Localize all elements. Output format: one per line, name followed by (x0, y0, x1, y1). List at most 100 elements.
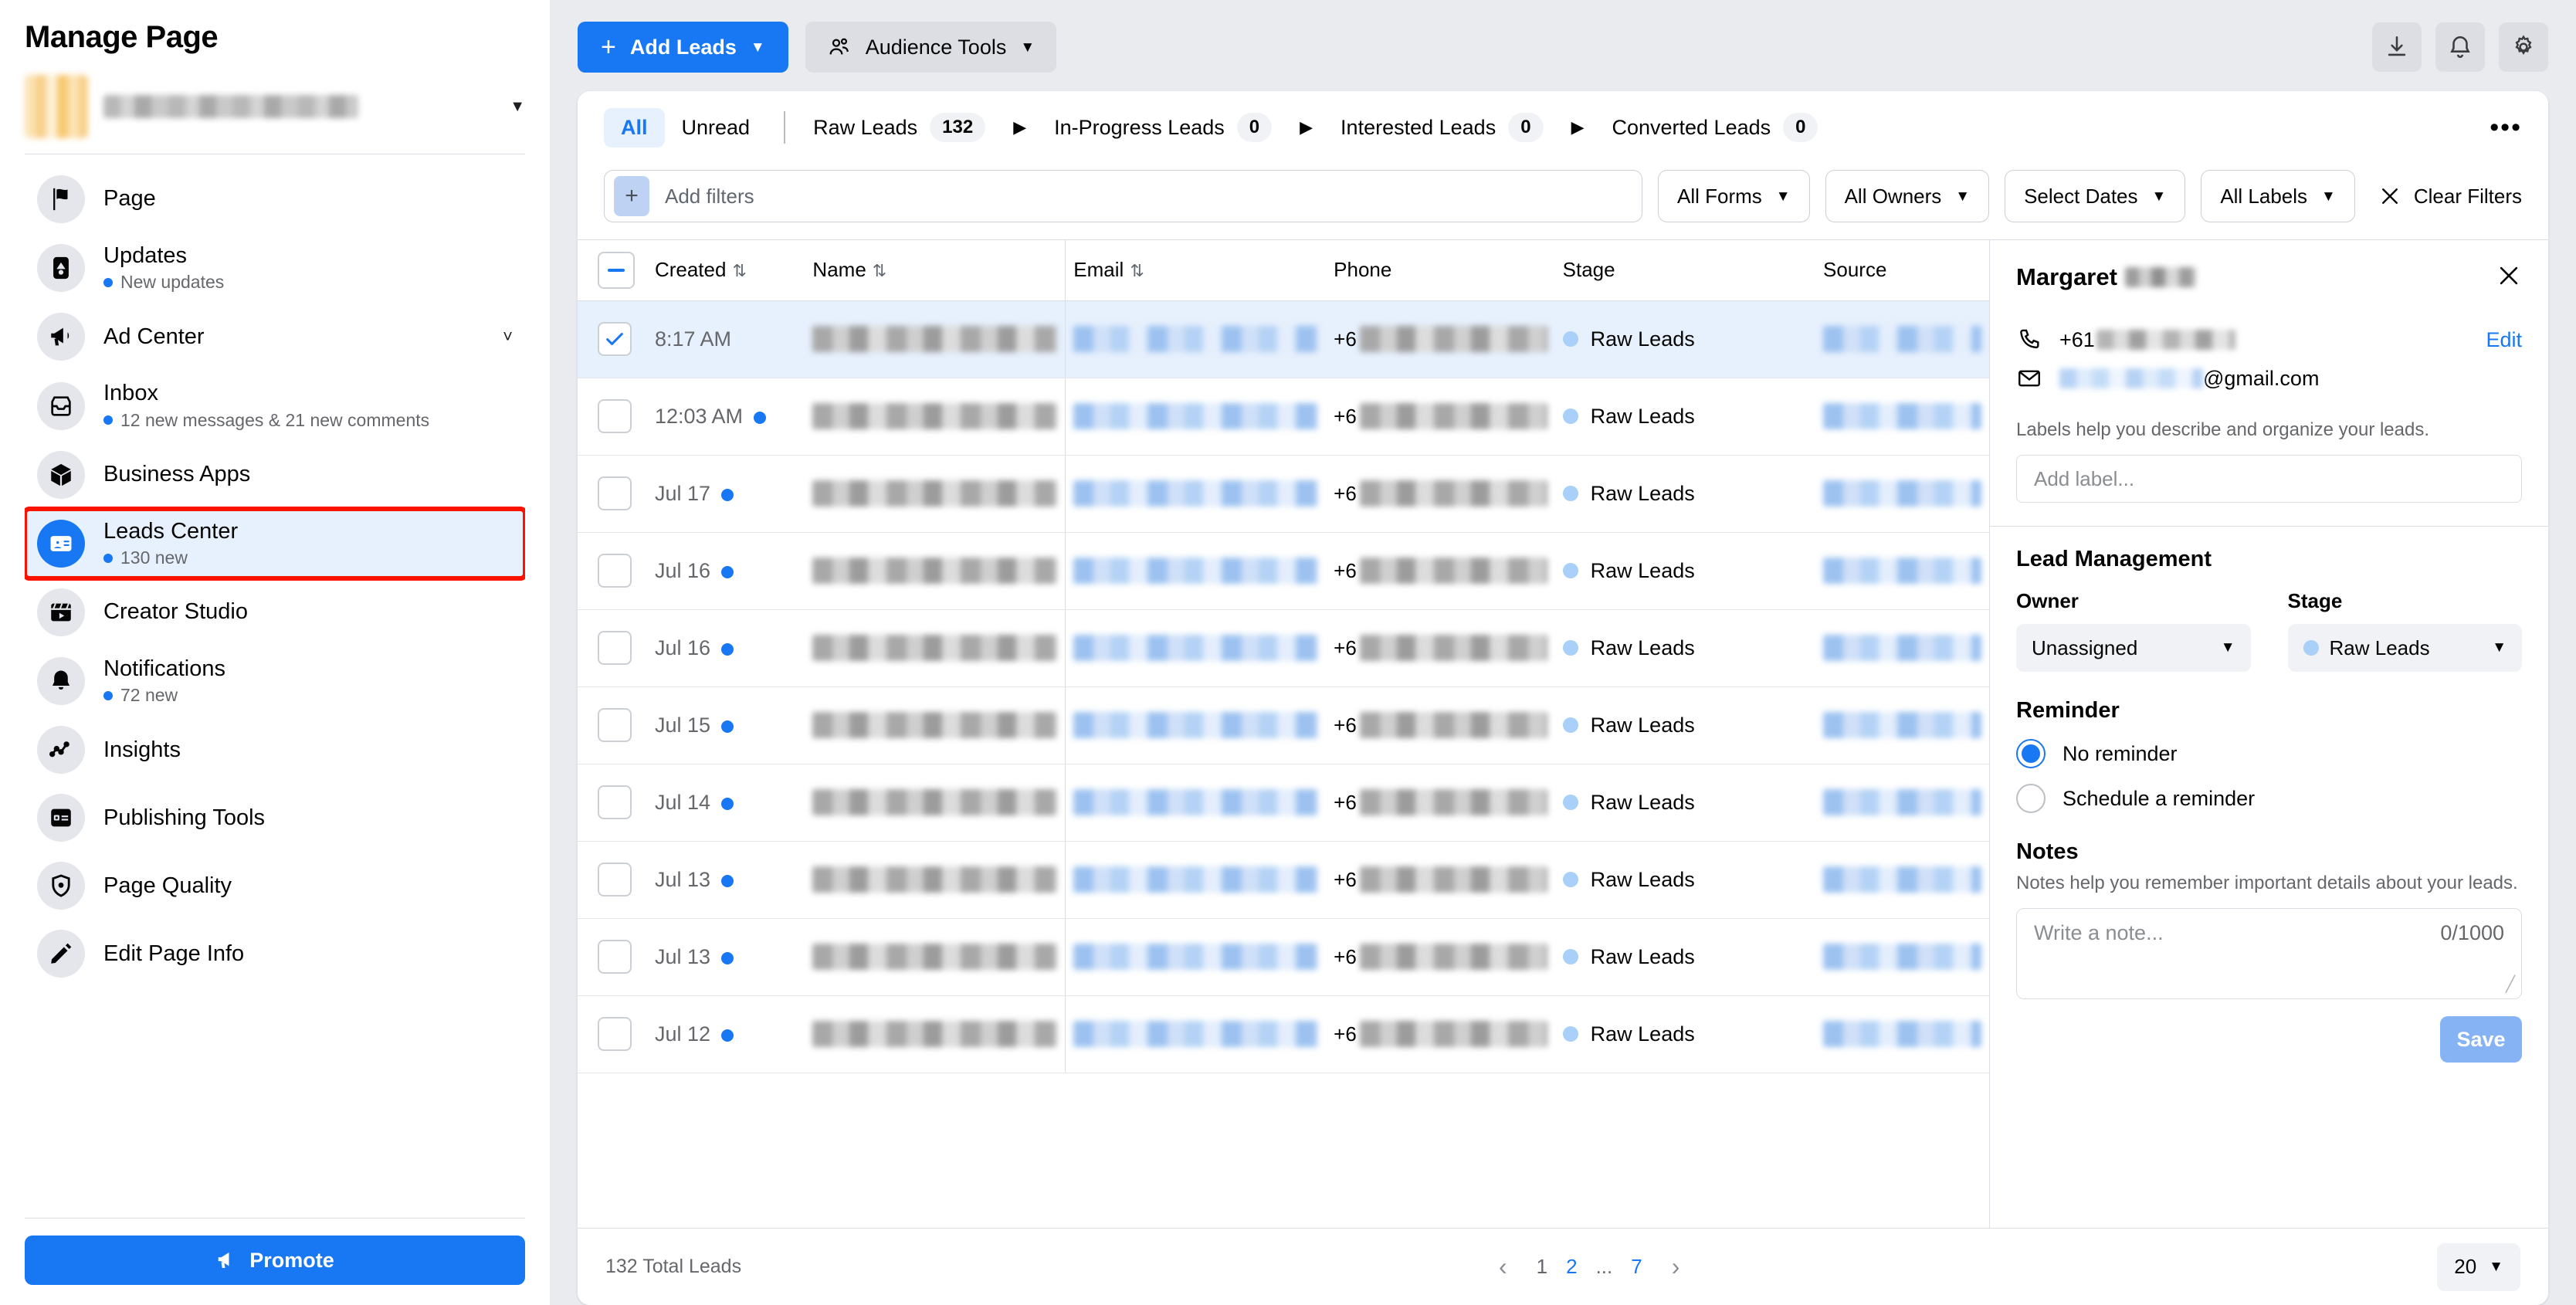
note-textarea[interactable]: Write a note... 0/1000 ╱ (2016, 908, 2522, 999)
edit-contact-button[interactable]: Edit (2486, 328, 2522, 352)
cell-phone: +6 (1326, 995, 1555, 1073)
next-page-button[interactable]: › (1661, 1252, 1691, 1281)
cell-source (1815, 300, 1989, 378)
sidebar-item-label: Page Quality (103, 873, 232, 898)
row-checkbox[interactable] (598, 708, 632, 742)
cell-email (1065, 378, 1327, 456)
prev-page-button[interactable]: ‹ (1488, 1252, 1518, 1281)
table-row[interactable]: Jul 17 +6 Raw Leads (578, 455, 1989, 533)
phone-masked (1359, 558, 1547, 584)
envelope-icon (2018, 370, 2040, 387)
tab-count: 0 (1508, 113, 1544, 142)
resize-handle-icon[interactable]: ╱ (2506, 975, 2515, 994)
column-source[interactable]: Source (1815, 240, 1989, 301)
settings-button[interactable] (2499, 22, 2548, 72)
column-phone[interactable]: Phone (1326, 240, 1555, 301)
tab-label: Converted Leads (1612, 115, 1771, 139)
forms-filter-dropdown[interactable]: All Forms ▼ (1657, 170, 1810, 222)
owners-filter-dropdown[interactable]: All Owners ▼ (1825, 170, 1990, 222)
owner-select[interactable]: Unassigned ▼ (2016, 624, 2251, 672)
table-row[interactable]: 8:17 AM +6 Raw Leads (578, 300, 1989, 378)
cell-email (1065, 686, 1327, 764)
add-leads-button[interactable]: + Add Leads ▼ (578, 22, 788, 73)
row-checkbox[interactable] (598, 476, 632, 510)
column-stage[interactable]: Stage (1554, 240, 1816, 301)
tab-interested-leads[interactable]: Interested Leads 0 (1330, 107, 1554, 148)
tab-in-progress-leads[interactable]: In-Progress Leads 0 (1043, 107, 1283, 148)
row-checkbox[interactable] (598, 631, 632, 665)
radio-unselected-icon (2016, 784, 2046, 813)
sidebar-item-publishing-tools[interactable]: Publishing Tools (25, 784, 525, 852)
labels-filter-dropdown[interactable]: All Labels ▼ (2201, 170, 2355, 222)
labels-hint: Labels help you describe and organize yo… (2016, 419, 2430, 440)
sidebar-item-leads-center[interactable]: Leads Center 130 new (25, 506, 525, 581)
sidebar-item-business-apps[interactable]: Business Apps (25, 441, 525, 509)
sidebar-item-badge: 130 new (103, 547, 238, 568)
stage-select[interactable]: Raw Leads ▼ (2287, 624, 2522, 672)
dates-filter-dropdown[interactable]: Select Dates ▼ (2005, 170, 2186, 222)
column-created[interactable]: Created ⇅ (646, 240, 805, 301)
stage-label: Raw Leads (1590, 713, 1695, 737)
table-row[interactable]: 12:03 AM +6 Raw Leads (578, 378, 1989, 456)
save-button[interactable]: Save (2440, 1016, 2522, 1063)
reminder-none-option[interactable]: No reminder (2016, 739, 2522, 768)
tab-converted-leads[interactable]: Converted Leads 0 (1601, 107, 1829, 148)
column-name[interactable]: Name ⇅ (805, 240, 1066, 301)
sidebar-item-edit-page-info[interactable]: Edit Page Info (25, 920, 525, 988)
filter-search-box[interactable]: + Add filters (604, 170, 1642, 222)
chevron-down-icon[interactable]: ˅ (503, 327, 513, 347)
select-all-checkbox[interactable] (598, 251, 635, 289)
cell-stage: Raw Leads (1554, 686, 1816, 764)
table-row[interactable]: Jul 16 +6 Raw Leads (578, 609, 1989, 687)
tab-unread[interactable]: Unread (665, 108, 768, 147)
add-filter-button[interactable]: + (614, 176, 649, 216)
lead-first-name: Margaret (2016, 263, 2117, 290)
add-label-input[interactable]: Add label... (2016, 455, 2522, 503)
reminder-schedule-option[interactable]: Schedule a reminder (2016, 784, 2522, 813)
row-checkbox[interactable] (598, 322, 632, 356)
row-checkbox[interactable] (598, 785, 632, 819)
table-row[interactable]: Jul 12 +6 Raw Leads (578, 995, 1989, 1073)
more-options-button[interactable]: ••• (2490, 114, 2522, 141)
page-1[interactable]: 1 (1537, 1255, 1547, 1279)
table-row[interactable]: Jul 15 +6 Raw Leads (578, 686, 1989, 764)
cell-created: Jul 14 (646, 764, 805, 842)
megaphone-icon (37, 313, 85, 361)
table-row[interactable]: Jul 16 +6 Raw Leads (578, 532, 1989, 610)
table-row[interactable]: Jul 14 +6 Raw Leads (578, 764, 1989, 842)
sidebar-item-creator-studio[interactable]: Creator Studio (25, 578, 525, 646)
chevron-down-icon[interactable]: ▼ (510, 98, 525, 116)
table-row[interactable]: Jul 13 +6 Raw Leads (578, 841, 1989, 919)
sidebar-item-updates[interactable]: Updates New updates (25, 233, 525, 303)
promote-button[interactable]: Promote (25, 1236, 525, 1285)
row-checkbox[interactable] (598, 1017, 632, 1051)
per-page-select[interactable]: 20 ▼ (2437, 1242, 2520, 1291)
notifications-button[interactable] (2435, 22, 2485, 72)
row-checkbox[interactable] (598, 863, 632, 897)
unread-dot-icon (721, 720, 734, 733)
sidebar-item-page-quality[interactable]: Page Quality (25, 852, 525, 920)
close-panel-button[interactable] (2496, 263, 2522, 293)
page-7[interactable]: 7 (1631, 1255, 1642, 1279)
table-row[interactable]: Jul 13 +6 Raw Leads (578, 918, 1989, 996)
row-checkbox[interactable] (598, 399, 632, 433)
page-selector[interactable]: ▼ (25, 72, 525, 146)
audience-tools-button[interactable]: Audience Tools ▼ (805, 22, 1057, 73)
tab-all[interactable]: All (604, 107, 665, 147)
row-checkbox[interactable] (598, 940, 632, 974)
download-button[interactable] (2372, 22, 2422, 72)
tab-raw-leads[interactable]: Raw Leads 132 (802, 107, 996, 148)
sidebar-item-page[interactable]: Page (25, 165, 525, 233)
clear-filters-button[interactable]: Clear Filters (2378, 185, 2522, 208)
sidebar-item-inbox[interactable]: Inbox 12 new messages & 21 new comments (25, 371, 525, 440)
sidebar-item-notifications[interactable]: Notifications 72 new (25, 646, 525, 716)
column-email[interactable]: Email ⇅ (1065, 240, 1327, 301)
phone-masked (1359, 866, 1547, 893)
page-2[interactable]: 2 (1566, 1255, 1577, 1279)
sidebar-item-insights[interactable]: Insights (25, 716, 525, 784)
cell-name (805, 300, 1066, 378)
phone-masked (1359, 789, 1547, 815)
sidebar-item-ad-center[interactable]: Ad Center ˅ (25, 303, 525, 371)
inbox-icon (37, 381, 85, 430)
row-checkbox[interactable] (598, 554, 632, 588)
